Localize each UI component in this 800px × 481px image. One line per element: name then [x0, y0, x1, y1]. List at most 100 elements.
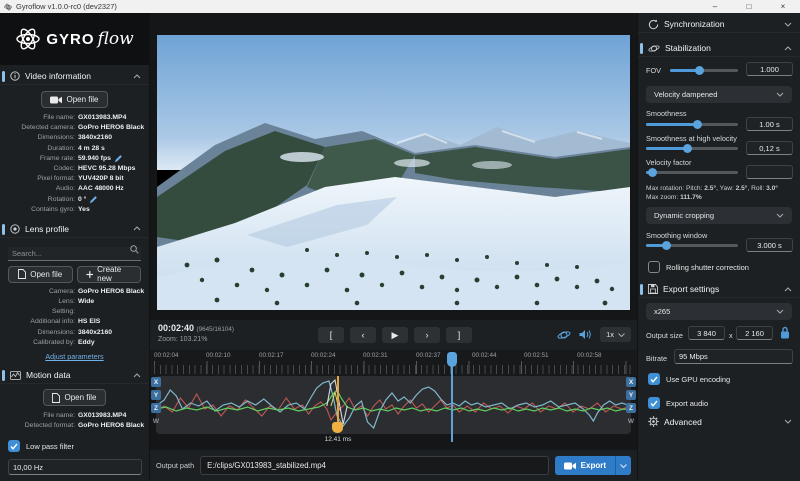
info-row: Pixel format:YUV420P 8 bit	[0, 174, 149, 184]
lens-search-input[interactable]	[8, 247, 141, 261]
video-open-file-button[interactable]: Open file	[41, 91, 107, 108]
axis-toggle-z[interactable]: Z	[151, 403, 161, 413]
output-path-label: Output path	[156, 461, 194, 470]
playback-speed-dropdown[interactable]: 1x	[600, 327, 631, 342]
fov-label: FOV	[646, 66, 661, 75]
gyro-icon	[648, 43, 660, 54]
low-pass-filter-checkbox[interactable]	[8, 440, 20, 452]
active-accent-bar	[2, 370, 5, 381]
info-row: Camera:GoPro HERO6 Black	[0, 287, 149, 297]
adjust-parameters-link[interactable]: Adjust parameters	[0, 352, 149, 361]
close-button[interactable]: ×	[766, 0, 800, 13]
axis-toggle-w[interactable]: W	[151, 416, 161, 426]
section-title: Advanced	[664, 417, 702, 427]
gyro-graph[interactable]: X Y Z W X Y Z W 12.41 ms	[150, 376, 637, 449]
cropping-mode-dropdown[interactable]: Dynamic cropping	[646, 207, 792, 224]
fov-value-input[interactable]	[746, 62, 793, 76]
rolling-shutter-label: Rolling shutter correction	[666, 263, 749, 272]
velocity-factor-input[interactable]	[746, 165, 793, 179]
lock-ratio-icon[interactable]	[780, 326, 790, 339]
chevron-down-icon	[784, 22, 792, 27]
stabilization-preview-toggle-icon[interactable]	[557, 329, 571, 341]
section-motion-data[interactable]: Motion data	[0, 367, 149, 384]
smoothness-high-velocity-slider[interactable]	[646, 147, 738, 150]
smoothing-window-label: Smoothing window	[646, 231, 707, 240]
smoothing-method-dropdown[interactable]: Velocity dampened	[646, 86, 792, 103]
section-lens-profile[interactable]: Lens profile	[0, 221, 149, 238]
video-camera-icon	[564, 462, 576, 470]
smoothness-value-input[interactable]	[746, 117, 793, 131]
bitrate-input[interactable]	[674, 349, 793, 364]
info-row: File name:GX013983.MP4	[0, 113, 149, 123]
gyroflow-logo: GYROflow	[0, 13, 149, 65]
lens-profile-rows: Camera:GoPro HERO6 Black Lens:Wide Setti…	[0, 287, 149, 348]
motion-open-file-button[interactable]: Open file	[43, 389, 105, 406]
trim-end-button[interactable]: ]	[446, 327, 472, 343]
export-options-dropdown[interactable]	[615, 456, 631, 475]
export-audio-checkbox[interactable]	[648, 397, 660, 409]
smoothness-high-velocity-input[interactable]	[746, 141, 793, 155]
volume-icon[interactable]	[579, 329, 592, 340]
cropping-mode-value: Dynamic cropping	[654, 211, 714, 220]
playhead-handle[interactable]	[447, 352, 457, 367]
section-title: Motion data	[26, 370, 70, 380]
logo-text-gyro: GYRO	[46, 31, 94, 48]
edit-framerate-icon[interactable]	[114, 155, 122, 163]
video-info-rows: File name:GX013983.MP4 Detected camera:G…	[0, 113, 149, 215]
video-preview[interactable]	[157, 35, 630, 310]
video-camera-icon	[50, 96, 62, 104]
velocity-factor-slider[interactable]	[646, 171, 738, 174]
next-frame-button[interactable]: ›	[414, 327, 440, 343]
export-label: Export	[581, 461, 606, 470]
maximize-button[interactable]: □	[732, 0, 766, 13]
play-button[interactable]: ▶	[382, 327, 408, 343]
axis-toggle-y[interactable]: Y	[626, 390, 636, 400]
prev-frame-button[interactable]: ‹	[350, 327, 376, 343]
lens-create-new-button[interactable]: Create new	[77, 266, 142, 283]
edit-rotation-icon[interactable]	[89, 196, 97, 204]
smoothness-label: Smoothness	[646, 109, 687, 118]
minimize-button[interactable]: –	[698, 0, 732, 13]
smoothing-window-input[interactable]	[746, 238, 793, 252]
section-stabilization[interactable]: Stabilization	[638, 40, 800, 57]
low-pass-frequency-input[interactable]	[8, 459, 142, 475]
axis-toggle-x[interactable]: X	[151, 377, 161, 387]
section-advanced[interactable]: Advanced	[638, 413, 800, 430]
section-synchronization[interactable]: Synchronization	[638, 16, 800, 33]
chevron-up-icon	[133, 226, 141, 231]
output-width-input[interactable]	[688, 326, 725, 340]
sync-icon	[648, 19, 659, 30]
section-video-information[interactable]: Video information	[0, 68, 149, 85]
timeline-tick-label: 00:02:37	[416, 352, 441, 359]
output-height-input[interactable]	[736, 326, 773, 340]
export-button[interactable]: Export	[555, 456, 615, 475]
codec-dropdown[interactable]: x265	[646, 303, 792, 320]
axis-toggle-z[interactable]: Z	[626, 403, 636, 413]
sync-point-handle[interactable]	[332, 422, 343, 433]
lens-open-file-button[interactable]: Open file	[8, 266, 73, 283]
trim-start-button[interactable]: [	[318, 327, 344, 343]
info-row: Rotation:0 °	[0, 195, 149, 205]
video-frame-image	[157, 35, 630, 310]
smoothing-window-slider[interactable]	[646, 244, 738, 247]
file-icon	[52, 393, 60, 403]
timeline-ruler[interactable]: 00:02:04 00:02:10 00:02:17 00:02:24 00:0…	[150, 350, 637, 376]
gpu-encoding-checkbox[interactable]	[648, 373, 660, 385]
section-export-settings[interactable]: Export settings	[638, 281, 800, 298]
smoothness-slider[interactable]	[646, 123, 738, 126]
axis-toggle-y[interactable]: Y	[151, 390, 161, 400]
output-path-input[interactable]	[200, 456, 549, 475]
fov-slider[interactable]	[670, 69, 738, 72]
axis-toggle-x[interactable]: X	[626, 377, 636, 387]
axis-toggle-w[interactable]: W	[626, 416, 636, 426]
chevron-up-icon	[784, 287, 792, 292]
gyroflow-window: Gyroflow v1.0.0-rc0 (dev2327) – □ × GYRO…	[0, 0, 800, 481]
chevron-up-icon	[133, 373, 141, 378]
motion-chart-icon	[10, 371, 21, 380]
rolling-shutter-checkbox[interactable]	[648, 261, 660, 273]
logo-text-flow: flow	[98, 29, 134, 49]
export-audio-label: Export audio	[666, 399, 708, 408]
gyro-plot-area[interactable]	[156, 376, 631, 434]
max-zoom-info: Max zoom: 111.7%	[646, 194, 702, 201]
check-icon	[10, 443, 18, 450]
